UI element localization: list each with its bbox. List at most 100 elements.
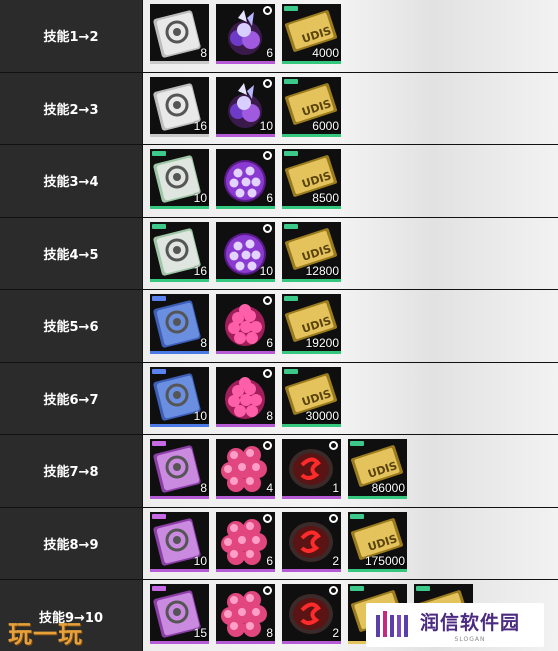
- skill-level-label: 技能7→8: [0, 435, 143, 507]
- material-item[interactable]: 10: [150, 149, 209, 209]
- info-marker-icon: [329, 441, 338, 450]
- rarity-tag-icon: [152, 368, 166, 374]
- material-item[interactable]: 8: [150, 4, 209, 64]
- material-item[interactable]: 16: [150, 76, 209, 137]
- material-item[interactable]: 10: [150, 366, 209, 427]
- brand-watermark: 润信软件园 SLOGAN: [366, 603, 544, 647]
- material-quantity: 2: [332, 626, 339, 640]
- rarity-tag-icon: [350, 586, 364, 591]
- material-item[interactable]: 16: [150, 221, 209, 282]
- info-marker-icon: [329, 513, 338, 523]
- rarity-tag-icon: [152, 513, 166, 519]
- rarity-tag-icon: [284, 368, 298, 374]
- material-item[interactable]: UDIS 12800: [282, 221, 341, 282]
- rarity-tag-icon: [284, 6, 298, 11]
- material-list: 8 4 1 UDIS 86000: [143, 435, 558, 507]
- material-item[interactable]: UDIS 30000: [282, 366, 341, 427]
- material-item[interactable]: 2: [282, 511, 341, 572]
- material-item[interactable]: 8: [216, 584, 275, 644]
- brand-name: 润信软件园: [420, 611, 521, 634]
- rarity-tag-icon: [152, 586, 166, 591]
- skill-row: 技能5→6 8 6 UDIS 19200: [0, 290, 558, 363]
- rarity-tag-icon: [152, 296, 166, 301]
- material-item[interactable]: 6: [216, 4, 275, 64]
- info-marker-icon: [263, 513, 272, 523]
- skill-level-label: 技能4→5: [0, 217, 143, 289]
- material-quantity: 10: [259, 118, 273, 133]
- material-item[interactable]: UDIS 8500: [282, 149, 341, 209]
- material-item[interactable]: 2: [282, 584, 341, 644]
- material-quantity: 12800: [305, 263, 339, 278]
- material-item[interactable]: 10: [216, 221, 275, 282]
- material-quantity: 6: [266, 191, 273, 205]
- rarity-tag-icon: [284, 296, 298, 301]
- skill-level-label: 技能1→2: [0, 0, 143, 72]
- skill-level-label: 技能6→7: [0, 362, 143, 434]
- material-quantity: 15: [193, 626, 207, 640]
- material-quantity: 10: [193, 408, 207, 423]
- skill-row: 技能7→8 8 4 1 UDIS 86000: [0, 435, 558, 508]
- skill-row: 技能8→9 10 6 2 UDIS 175000: [0, 507, 558, 580]
- material-item[interactable]: UDIS 19200: [282, 294, 341, 354]
- rarity-tag-icon: [152, 151, 166, 156]
- brand-slogan: SLOGAN: [454, 635, 486, 643]
- material-list: 10 6 UDIS 8500: [143, 145, 558, 217]
- material-list: 10 6 2 UDIS 175000: [143, 507, 558, 579]
- info-marker-icon: [263, 296, 272, 305]
- material-quantity: 175000: [364, 553, 405, 568]
- material-quantity: 8: [200, 336, 207, 350]
- info-marker-icon: [329, 586, 338, 595]
- material-quantity: 6: [266, 336, 273, 350]
- skill-level-label: 技能8→9: [0, 507, 143, 579]
- material-list: 16 10 UDIS 6000: [143, 72, 558, 144]
- rarity-tag-icon: [350, 441, 364, 446]
- material-list: 16 10 UDIS 12800: [143, 217, 558, 289]
- material-item[interactable]: UDIS 86000: [348, 439, 407, 499]
- material-quantity: 16: [193, 118, 207, 133]
- material-quantity: 8: [266, 626, 273, 640]
- skill-upgrade-table: 技能1→2 8 6 UDIS 4000 技能2→3 16 10 UDIS 6000 技能3→4 10 6…: [0, 0, 558, 651]
- material-quantity: 6: [266, 46, 273, 60]
- skill-row: 技能3→4 10 6 UDIS 8500: [0, 145, 558, 218]
- rarity-tag-icon: [284, 78, 298, 84]
- material-item[interactable]: 8: [150, 294, 209, 354]
- rarity-tag-icon: [284, 151, 298, 156]
- material-item[interactable]: UDIS 6000: [282, 76, 341, 137]
- skill-row: 技能4→5 16 10 UDIS 12800: [0, 217, 558, 290]
- material-quantity: 10: [193, 191, 207, 205]
- material-quantity: 16: [193, 263, 207, 278]
- rarity-tag-icon: [152, 441, 166, 446]
- info-marker-icon: [263, 78, 272, 88]
- material-item[interactable]: 4: [216, 439, 275, 499]
- material-quantity: 8500: [312, 191, 339, 205]
- material-quantity: 10: [259, 263, 273, 278]
- material-item[interactable]: 8: [150, 439, 209, 499]
- skill-level-label: 技能5→6: [0, 290, 143, 362]
- material-item[interactable]: 8: [216, 366, 275, 427]
- info-marker-icon: [263, 6, 272, 15]
- brand-logo-icon: [374, 611, 412, 640]
- material-quantity: 2: [332, 553, 339, 568]
- material-quantity: 30000: [305, 408, 339, 423]
- rarity-tag-icon: [152, 223, 166, 229]
- skill-level-label: 技能3→4: [0, 145, 143, 217]
- material-item[interactable]: UDIS 4000: [282, 4, 341, 64]
- material-item[interactable]: UDIS 175000: [348, 511, 407, 572]
- material-item[interactable]: 10: [216, 76, 275, 137]
- material-item[interactable]: 6: [216, 511, 275, 572]
- skill-level-label: 技能2→3: [0, 72, 143, 144]
- material-item[interactable]: 6: [216, 149, 275, 209]
- skill-row: 技能2→3 16 10 UDIS 6000: [0, 72, 558, 145]
- material-list: 8 6 UDIS 4000: [143, 0, 558, 72]
- material-item[interactable]: 1: [282, 439, 341, 499]
- material-item[interactable]: 6: [216, 294, 275, 354]
- material-quantity: 4: [266, 481, 273, 495]
- material-quantity: 10: [193, 553, 207, 568]
- material-item[interactable]: 15: [150, 584, 209, 644]
- info-marker-icon: [263, 223, 272, 233]
- material-quantity: 8: [200, 46, 207, 60]
- info-marker-icon: [263, 151, 272, 160]
- material-quantity: 8: [200, 481, 207, 495]
- material-quantity: 19200: [305, 336, 339, 350]
- material-item[interactable]: 10: [150, 511, 209, 572]
